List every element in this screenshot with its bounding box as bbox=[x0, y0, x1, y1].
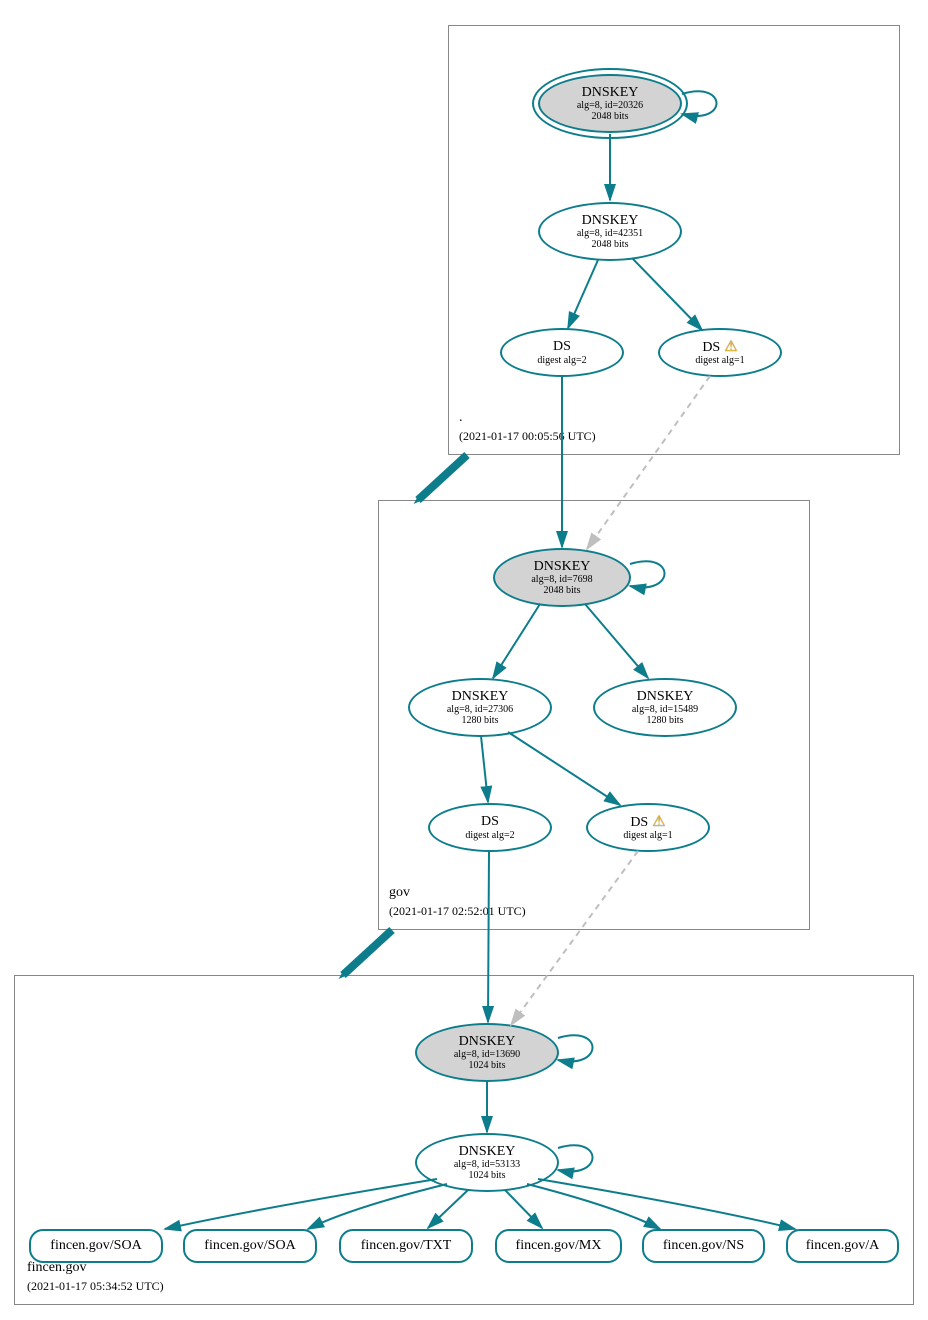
gov-zsk2-node[interactable]: DNSKEY alg=8, id=15489 1280 bits bbox=[593, 678, 737, 737]
fincen-ksk-node[interactable]: DNSKEY alg=8, id=13690 1024 bits bbox=[415, 1023, 559, 1082]
rrset-ns[interactable]: fincen.gov/NS bbox=[642, 1229, 765, 1263]
dnssec-diagram: . (2021-01-17 00:05:56 UTC) gov (2021-01… bbox=[10, 10, 918, 1310]
root-zsk-node[interactable]: DNSKEY alg=8, id=42351 2048 bits bbox=[538, 202, 682, 261]
rrset-soa2[interactable]: fincen.gov/SOA bbox=[183, 1229, 317, 1263]
rrset-a[interactable]: fincen.gov/A bbox=[786, 1229, 899, 1263]
fincen-zsk-node[interactable]: DNSKEY alg=8, id=53133 1024 bits bbox=[415, 1133, 559, 1192]
rrset-soa1[interactable]: fincen.gov/SOA bbox=[29, 1229, 163, 1263]
zone-gov-date: (2021-01-17 02:52:01 UTC) bbox=[389, 904, 526, 919]
root-ds2-node[interactable]: DS digest alg=2 bbox=[500, 328, 624, 377]
zone-root-label: . bbox=[459, 410, 463, 426]
zone-gov-label: gov bbox=[389, 885, 410, 901]
root-ksk-node[interactable]: DNSKEY alg=8, id=20326 2048 bits bbox=[538, 74, 682, 133]
root-ds1-node[interactable]: DS⚠ digest alg=1 bbox=[658, 328, 782, 377]
gov-ds2-node[interactable]: DS digest alg=2 bbox=[428, 803, 552, 852]
gov-zsk1-node[interactable]: DNSKEY alg=8, id=27306 1280 bits bbox=[408, 678, 552, 737]
gov-ksk-node[interactable]: DNSKEY alg=8, id=7698 2048 bits bbox=[493, 548, 631, 607]
rrset-mx[interactable]: fincen.gov/MX bbox=[495, 1229, 622, 1263]
warning-icon: ⚠ bbox=[724, 339, 737, 356]
rrset-txt[interactable]: fincen.gov/TXT bbox=[339, 1229, 473, 1263]
zone-fincen-date: (2021-01-17 05:34:52 UTC) bbox=[27, 1279, 164, 1294]
zone-root-date: (2021-01-17 00:05:56 UTC) bbox=[459, 429, 596, 444]
warning-icon: ⚠ bbox=[652, 814, 665, 831]
gov-ds1-node[interactable]: DS⚠ digest alg=1 bbox=[586, 803, 710, 852]
